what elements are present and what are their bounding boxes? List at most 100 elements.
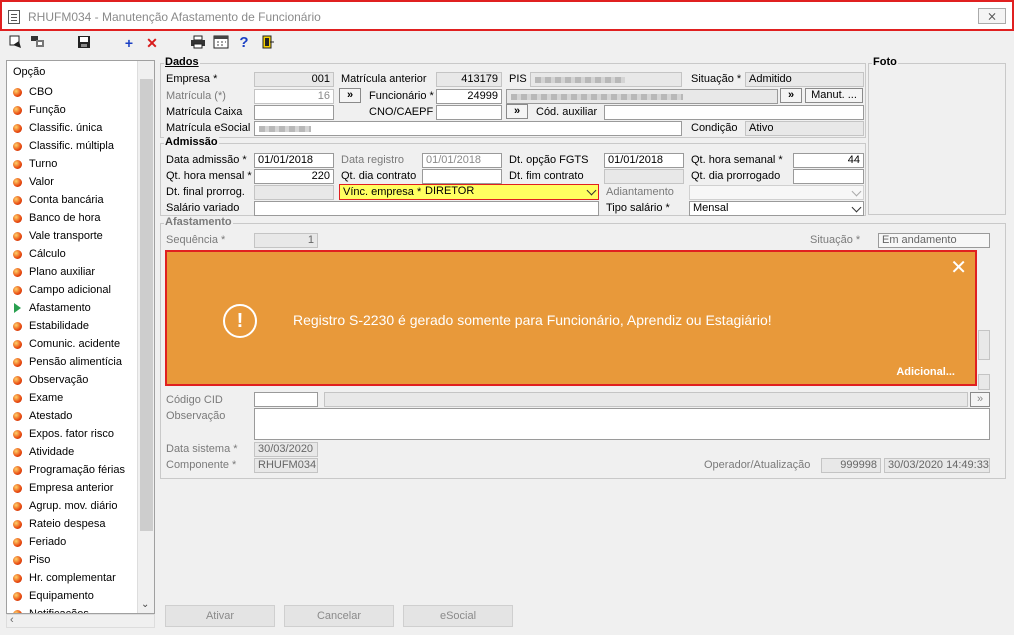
help-icon[interactable]: ? <box>236 35 252 51</box>
empresa-label: Empresa * <box>166 73 218 85</box>
sidebar-item-label: CBO <box>29 86 53 98</box>
toast-close-icon[interactable]: ✕ <box>950 258 967 278</box>
bullet-icon <box>13 430 22 439</box>
cno-goto-button[interactable]: » <box>506 104 528 119</box>
sidebar-item-label: Atividade <box>29 446 75 458</box>
scrollbar-thumb[interactable] <box>140 79 153 531</box>
codigo-cid-goto-button[interactable]: » <box>970 392 990 407</box>
bullet-icon <box>13 286 22 295</box>
scroll-down-icon[interactable]: ⌄ <box>141 599 149 610</box>
options-scrollbar[interactable]: ⌄ <box>137 61 154 613</box>
bullet-icon <box>13 268 22 277</box>
salario-variado-field[interactable] <box>254 201 599 216</box>
bullet-icon <box>13 412 22 421</box>
horizontal-scrollbar[interactable]: ‹ <box>6 614 155 628</box>
dt-fim-contrato-field[interactable] <box>604 169 684 184</box>
save-icon[interactable] <box>76 35 92 51</box>
salario-variado-label: Salário variado <box>166 202 240 214</box>
bullet-icon <box>13 196 22 205</box>
pis-field[interactable] <box>530 72 682 87</box>
sequencia-field[interactable]: 1 <box>254 233 318 248</box>
componente-field: RHUFM034 <box>254 458 318 473</box>
codigo-cid-field[interactable] <box>254 392 318 407</box>
funcionario-field[interactable]: 24999 <box>436 89 502 104</box>
adiantamento-label: Adiantamento <box>606 186 674 198</box>
delete-icon[interactable]: ✕ <box>144 35 160 51</box>
condicao-label: Condição <box>691 122 738 134</box>
sidebar-item-label: Classific. múltipla <box>29 140 114 152</box>
bullet-icon <box>13 178 22 187</box>
bullet-icon <box>13 322 22 331</box>
cod-auxiliar-field[interactable] <box>604 105 864 120</box>
chevron-down-icon <box>851 186 862 197</box>
dt-final-prorrog-field[interactable] <box>254 185 334 200</box>
vinc-empresa-select[interactable]: DIRETOR <box>422 185 598 199</box>
matricula-anterior-label: Matrícula anterior <box>341 73 427 85</box>
funcionario-name-field[interactable] <box>506 89 778 104</box>
photo-group <box>868 63 1006 215</box>
tipo-salario-value: Mensal <box>693 202 729 214</box>
adiantamento-select[interactable] <box>689 185 864 200</box>
first-record-icon[interactable] <box>8 35 24 51</box>
condicao-field[interactable]: Ativo <box>745 121 864 136</box>
tipo-salario-select[interactable]: Mensal <box>689 201 864 216</box>
funcionario-goto-button[interactable]: » <box>780 88 802 103</box>
sidebar-item-label: Turno <box>29 158 58 170</box>
bullet-icon <box>13 376 22 385</box>
cancelar-button[interactable]: Cancelar <box>284 605 394 627</box>
scroll-left-icon[interactable]: ‹ <box>10 614 14 626</box>
afastamento-situacao-field[interactable]: Em andamento <box>878 233 990 248</box>
matricula-esocial-field[interactable] <box>254 121 682 136</box>
afastamento-title: Afastamento <box>164 216 233 228</box>
operador-field: 999998 <box>821 458 881 473</box>
dt-opcao-fgts-field[interactable]: 01/01/2018 <box>604 153 684 168</box>
bullet-icon <box>13 106 22 115</box>
sidebar-item-label: Empresa anterior <box>29 482 114 494</box>
options-header: Opção <box>13 66 46 78</box>
print-icon[interactable] <box>190 35 206 51</box>
add-icon[interactable]: + <box>121 35 137 51</box>
componente-label: Componente * <box>166 459 237 471</box>
matricula-anterior-field[interactable]: 413179 <box>436 72 502 87</box>
bullet-icon <box>13 520 22 529</box>
calendar-icon[interactable] <box>213 35 229 51</box>
side-control[interactable] <box>978 330 990 360</box>
sidebar-item-label: Comunic. acidente <box>29 338 121 350</box>
sidebar-item-label: Feriado <box>29 536 67 548</box>
sidebar-item-label: Equipamento <box>29 590 94 602</box>
exit-icon[interactable] <box>260 35 276 51</box>
bullet-icon <box>13 232 22 241</box>
qt-hora-semanal-field[interactable]: 44 <box>793 153 864 168</box>
data-registro-field[interactable]: 01/01/2018 <box>422 153 502 168</box>
sidebar-item-label: Vale transporte <box>29 230 103 242</box>
cno-caepf-field[interactable] <box>436 105 502 120</box>
qt-dia-contrato-field[interactable] <box>422 169 502 184</box>
bullet-icon <box>13 556 22 565</box>
sidebar-item-label: Função <box>29 104 66 116</box>
situacao-field[interactable]: Admitido <box>745 72 864 87</box>
empresa-field[interactable]: 001 <box>254 72 334 87</box>
browse-icon[interactable] <box>30 35 46 51</box>
data-admissao-field[interactable]: 01/01/2018 <box>254 153 334 168</box>
data-registro-label: Data registro <box>341 154 404 166</box>
qt-hora-mensal-field[interactable]: 220 <box>254 169 334 184</box>
side-control-2[interactable] <box>978 374 990 390</box>
matricula-goto-button[interactable]: » <box>339 88 361 103</box>
qt-hora-mensal-label: Qt. hora mensal * <box>166 170 252 182</box>
sidebar-item-label: Valor <box>29 176 54 188</box>
sidebar-item-label: Plano auxiliar <box>29 266 96 278</box>
bullet-icon <box>13 538 22 547</box>
admissao-title: Admissão <box>164 136 219 148</box>
qt-dia-prorrogado-field[interactable] <box>793 169 864 184</box>
bullet-icon <box>13 88 22 97</box>
manut-button[interactable]: Manut. ... <box>805 88 863 103</box>
alert-icon: ! <box>223 304 257 338</box>
matricula-field[interactable]: 16 <box>254 89 334 104</box>
close-window-button[interactable]: ⨯ <box>978 8 1006 24</box>
esocial-button[interactable]: eSocial <box>403 605 513 627</box>
ativar-button[interactable]: Ativar <box>165 605 275 627</box>
observacao-field[interactable] <box>254 408 990 440</box>
sidebar-item-label: Agrup. mov. diário <box>29 500 118 512</box>
matricula-caixa-field[interactable] <box>254 105 334 120</box>
toast-more-link[interactable]: Adicional... <box>896 366 955 378</box>
